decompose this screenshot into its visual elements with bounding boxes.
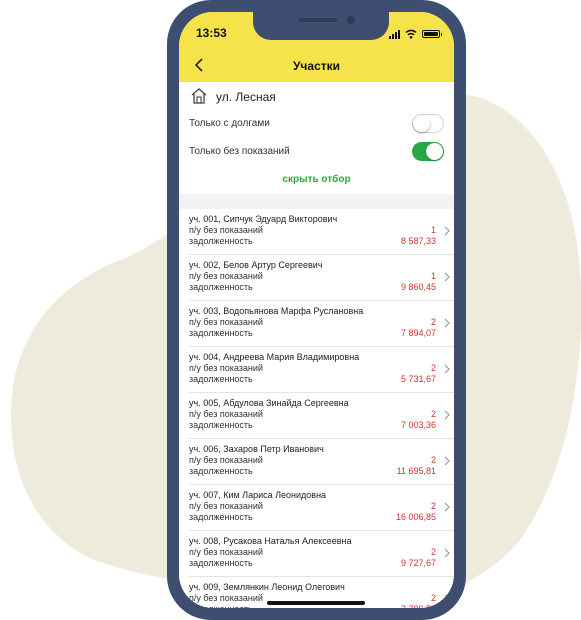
chevron-right-icon: [444, 272, 450, 282]
debt-amount: 11 695,81: [396, 466, 436, 476]
readings-count: 2: [430, 593, 436, 603]
debt-label: задолженность: [189, 236, 253, 246]
plot-name: уч. 003, Водопьянова Марфа Руслановна: [189, 306, 364, 316]
camera: [347, 16, 355, 24]
chevron-right-icon: [444, 548, 450, 558]
debt-label: задолженность: [189, 604, 253, 608]
page-title: Участки: [292, 59, 341, 73]
debt-label: задолженность: [189, 466, 253, 476]
debt-amount: 5 731,67: [400, 374, 436, 384]
debt-amount: 8 587,33: [400, 236, 436, 246]
readings-label: п/у без показаний: [189, 317, 263, 327]
readings-count: 2: [430, 547, 436, 557]
chevron-right-icon: [444, 594, 450, 604]
debts-only-toggle[interactable]: [412, 114, 444, 133]
readings-label: п/у без показаний: [189, 455, 263, 465]
list-item[interactable]: уч. 004, Андреева Мария Владимировна п/у …: [189, 347, 454, 393]
debt-label: задолженность: [189, 328, 253, 338]
debt-amount: 9 727,67: [400, 558, 436, 568]
phone-frame: 13:53 Участки ул. Лесная Только с долгам…: [167, 0, 466, 620]
readings-label: п/у без показаний: [189, 225, 263, 235]
filter-no-readings-label: Только без показаний: [189, 146, 290, 157]
readings-count: 2: [430, 455, 436, 465]
status-time: 13:53: [196, 26, 227, 40]
address-row[interactable]: ул. Лесная: [179, 82, 454, 111]
battery-icon: [422, 30, 442, 38]
debt-amount: 16 006,85: [395, 512, 436, 522]
status-icons: [389, 28, 442, 40]
signal-icon: [389, 29, 400, 39]
debt-label: задолженность: [189, 420, 253, 430]
list-item[interactable]: уч. 001, Сипчук Эдуард Викторович п/у без…: [189, 209, 454, 255]
readings-count: 1: [430, 225, 436, 235]
list-item[interactable]: уч. 002, Белов Артур Сергеевич п/у без по…: [189, 255, 454, 301]
plot-name: уч. 001, Сипчук Эдуард Викторович: [189, 214, 338, 224]
list-item[interactable]: уч. 008, Русакова Наталья Алексеевна п/у …: [189, 531, 454, 577]
debt-label: задолженность: [189, 558, 253, 568]
readings-label: п/у без показаний: [189, 501, 263, 511]
house-icon: [191, 88, 207, 104]
readings-count: 2: [430, 409, 436, 419]
debt-amount: 7 789,59: [401, 604, 436, 608]
chevron-right-icon: [444, 456, 450, 466]
plot-name: уч. 006, Захаров Петр Иванович: [189, 444, 324, 454]
wifi-icon: [405, 29, 417, 39]
plot-name: уч. 004, Андреева Мария Владимировна: [189, 352, 360, 362]
debt-label: задолженность: [189, 374, 253, 384]
street-name: ул. Лесная: [216, 90, 276, 104]
chevron-right-icon: [444, 318, 450, 328]
speaker: [299, 18, 337, 22]
list-item[interactable]: уч. 006, Захаров Петр Иванович п/у без по…: [189, 439, 454, 485]
readings-count: 2: [430, 501, 436, 511]
chevron-right-icon: [444, 364, 450, 374]
phone-screen: 13:53 Участки ул. Лесная Только с долгам…: [179, 12, 454, 608]
plot-name: уч. 009, Землянкин Леонид Олегович: [189, 582, 345, 592]
debt-amount: 7 003,36: [400, 420, 436, 430]
readings-count: 2: [430, 363, 436, 373]
phone-notch: [253, 12, 389, 40]
readings-count: 2: [430, 317, 436, 327]
plots-list: уч. 001, Сипчук Эдуард Викторович п/у без…: [179, 209, 454, 608]
plot-name: уч. 002, Белов Артур Сергеевич: [189, 260, 323, 270]
list-item[interactable]: уч. 003, Водопьянова Марфа Руслановна п/у…: [189, 301, 454, 347]
chevron-right-icon: [444, 410, 450, 420]
plot-name: уч. 008, Русакова Наталья Алексеевна: [189, 536, 352, 546]
plot-name: уч. 005, Абдулова Зинайда Сергеевна: [189, 398, 349, 408]
debt-label: задолженность: [189, 512, 253, 522]
list-item[interactable]: уч. 007, Ким Лариса Леонидовна п/у без по…: [189, 485, 454, 531]
readings-label: п/у без показаний: [189, 593, 263, 603]
readings-label: п/у без показаний: [189, 271, 263, 281]
plot-name: уч. 007, Ким Лариса Леонидовна: [189, 490, 327, 500]
filter-no-readings-row: Только без показаний: [179, 138, 454, 167]
hide-filter-button[interactable]: скрыть отбор: [179, 166, 454, 194]
home-indicator[interactable]: [267, 601, 365, 605]
debt-amount: 7 894,07: [400, 328, 436, 338]
chevron-right-icon: [444, 502, 450, 512]
filter-debts-row: Только с долгами: [179, 110, 454, 139]
debt-label: задолженность: [189, 282, 253, 292]
readings-label: п/у без показаний: [189, 363, 263, 373]
debt-amount: 9 860,45: [400, 282, 436, 292]
list-item[interactable]: уч. 005, Абдулова Зинайда Сергеевна п/у б…: [189, 393, 454, 439]
readings-label: п/у без показаний: [189, 547, 263, 557]
chevron-right-icon: [444, 226, 450, 236]
readings-label: п/у без показаний: [189, 409, 263, 419]
readings-count: 1: [430, 271, 436, 281]
no-readings-toggle[interactable]: [412, 142, 444, 161]
filter-debts-label: Только с долгами: [189, 118, 270, 129]
